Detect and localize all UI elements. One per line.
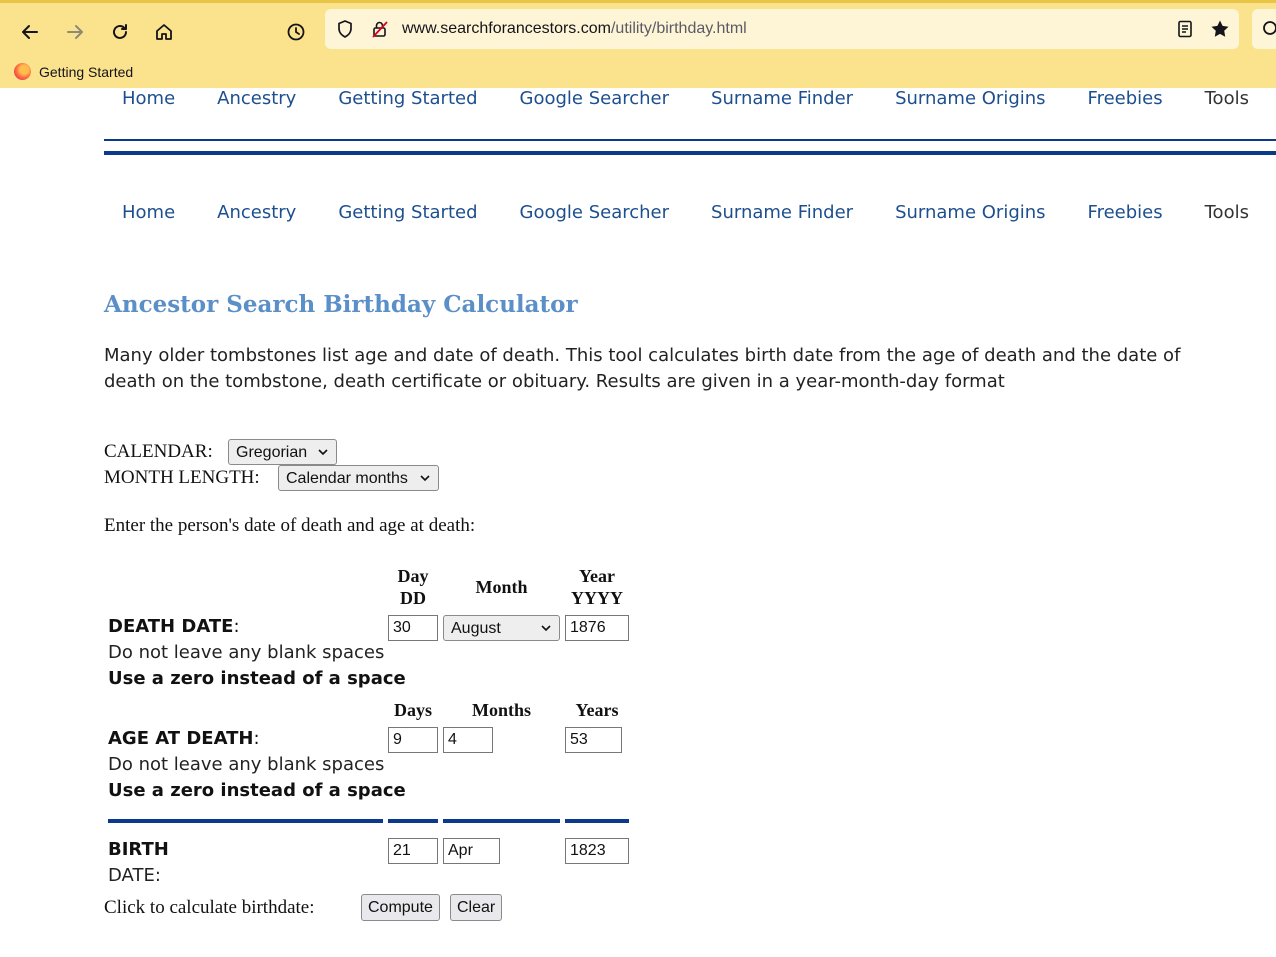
firefox-logo-icon — [14, 63, 31, 80]
nav-google-searcher[interactable]: Google Searcher — [520, 202, 670, 223]
birth-day-output[interactable]: 21 — [388, 838, 438, 864]
age-months-header: Months — [471, 700, 531, 720]
nav-home[interactable]: Home — [122, 88, 175, 109]
age-days-input[interactable]: 9 — [388, 727, 438, 753]
page-content: Home Ancestry Getting Started Google Sea… — [0, 88, 1276, 957]
blank-space-note: Do not leave any blank spaces — [108, 754, 385, 775]
nav-divider-thin — [104, 139, 1276, 141]
death-month-select[interactable]: August — [443, 615, 560, 641]
back-arrow-icon[interactable] — [15, 17, 45, 47]
nav-getting-started[interactable]: Getting Started — [338, 202, 477, 223]
death-date-label: DEATH DATE: — [108, 616, 240, 637]
calendar-label: CALENDAR: — [104, 441, 213, 462]
death-month-header: Month — [475, 577, 528, 597]
nav-ancestry[interactable]: Ancestry — [217, 88, 296, 109]
result-divider — [108, 819, 383, 823]
blank-space-note: Do not leave any blank spaces — [108, 642, 385, 663]
page-title: Ancestor Search Birthday Calculator — [104, 291, 578, 318]
nav-tools[interactable]: Tools — [1205, 202, 1249, 223]
death-day-input[interactable]: 30 — [388, 615, 438, 641]
death-year-header: Year YYYY — [571, 566, 623, 608]
zero-note: Use a zero instead of a space — [108, 780, 406, 801]
nav-freebies[interactable]: Freebies — [1088, 88, 1163, 109]
nav-surname-origins[interactable]: Surname Origins — [895, 202, 1045, 223]
nav-surname-finder[interactable]: Surname Finder — [711, 202, 853, 223]
nav-ancestry[interactable]: Ancestry — [217, 202, 296, 223]
result-divider — [443, 819, 560, 823]
history-clock-icon[interactable] — [281, 17, 311, 47]
birth-year-output[interactable]: 1823 — [565, 838, 629, 864]
nav-google-searcher[interactable]: Google Searcher — [520, 88, 670, 109]
zero-note: Use a zero instead of a space — [108, 668, 406, 689]
reader-view-icon[interactable] — [1175, 19, 1195, 39]
chevron-down-icon — [420, 475, 430, 482]
age-years-input[interactable]: 53 — [565, 727, 622, 753]
nav-home[interactable]: Home — [122, 202, 175, 223]
shield-icon[interactable] — [335, 19, 355, 39]
age-months-input[interactable]: 4 — [443, 727, 493, 753]
nav-surname-origins[interactable]: Surname Origins — [895, 88, 1045, 109]
top-nav-primary: Home Ancestry Getting Started Google Sea… — [122, 88, 1276, 109]
browser-toolbar: www.searchforancestors.com/utility/birth… — [0, 0, 1276, 88]
home-icon[interactable] — [149, 17, 179, 47]
search-bar[interactable] — [1252, 9, 1276, 49]
chevron-down-icon — [318, 449, 328, 456]
result-divider — [565, 819, 629, 823]
month-length-select[interactable]: Calendar months — [278, 465, 439, 491]
chevron-down-icon — [541, 625, 551, 632]
nav-divider-thick — [104, 151, 1276, 155]
intro-paragraph: Many older tombstones list age and date … — [104, 345, 1181, 392]
nav-freebies[interactable]: Freebies — [1088, 202, 1163, 223]
forward-arrow-icon[interactable] — [60, 17, 90, 47]
result-divider — [388, 819, 438, 823]
calendar-select[interactable]: Gregorian — [228, 439, 337, 465]
nav-surname-finder[interactable]: Surname Finder — [711, 88, 853, 109]
age-at-death-label: AGE AT DEATH: — [108, 728, 260, 749]
compute-button[interactable]: Compute — [361, 894, 440, 921]
month-length-label: MONTH LENGTH: — [104, 467, 260, 488]
bookmark-star-icon[interactable] — [1210, 19, 1230, 39]
instruction-text: Enter the person's date of death and age… — [104, 515, 476, 536]
url-text: www.searchforancestors.com/utility/birth… — [402, 20, 747, 37]
nav-getting-started[interactable]: Getting Started — [338, 88, 477, 109]
address-bar[interactable]: www.searchforancestors.com/utility/birth… — [325, 9, 1239, 49]
birth-month-output[interactable]: Apr — [443, 838, 500, 864]
death-day-header: Day DD — [397, 566, 429, 608]
bookmark-getting-started[interactable]: Getting Started — [14, 63, 133, 80]
age-days-header: Days — [393, 700, 432, 720]
nav-tools[interactable]: Tools — [1205, 88, 1249, 109]
clear-button[interactable]: Clear — [450, 894, 503, 921]
birth-date-label-2: DATE: — [108, 865, 161, 886]
search-icon — [1263, 21, 1276, 35]
birth-date-label: BIRTH — [108, 839, 169, 860]
top-nav-secondary: Home Ancestry Getting Started Google Sea… — [122, 202, 1276, 223]
reload-icon[interactable] — [105, 17, 135, 47]
death-year-input[interactable]: 1876 — [565, 615, 629, 641]
insecure-lock-icon[interactable] — [370, 19, 390, 39]
compute-prompt: Click to calculate birthdate: — [104, 897, 315, 918]
age-years-header: Years — [575, 700, 619, 720]
